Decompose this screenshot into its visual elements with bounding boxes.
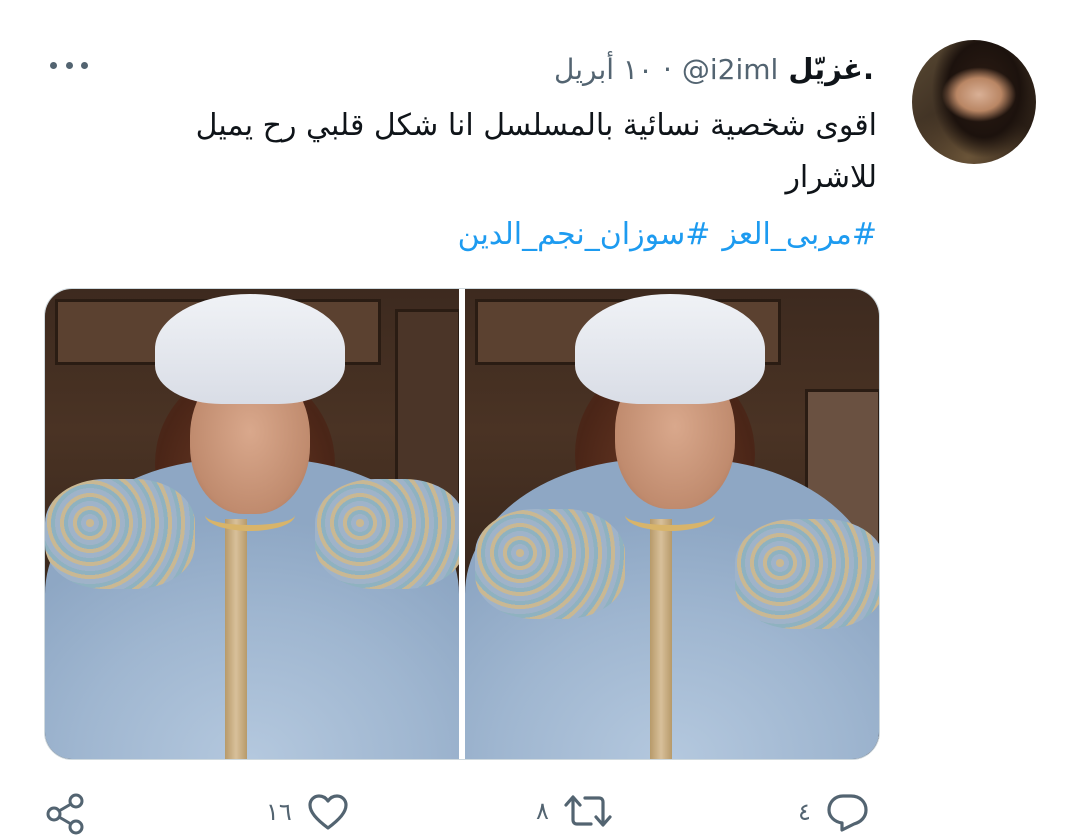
tweet-text: اقوى شخصية نسائية بالمسلسل انا شكل قلبي … (117, 100, 877, 204)
tweet-photo[interactable] (465, 289, 879, 759)
like-count: ١٦ (266, 798, 292, 826)
hashtag-link[interactable]: #مربى_العز (722, 217, 877, 252)
hashtags: #مربى_العز #سوزان_نجم_الدين (446, 210, 877, 260)
hashtag-link[interactable]: #سوزان_نجم_الدين (458, 217, 711, 252)
tweet-header: غزيّل. @i2iml · ١٠ أبريل (554, 46, 874, 92)
tweet-text-line: للاشرار (785, 160, 877, 195)
reply-count: ٤ (798, 798, 811, 826)
retweet-button[interactable]: ٨ (536, 792, 613, 830)
tweet-actions: ٤ ٨ ١٦ (0, 780, 1080, 835)
heart-icon (308, 794, 348, 830)
like-button[interactable]: ١٦ (266, 792, 350, 832)
reply-icon (827, 794, 868, 832)
tweet-text-line: اقوى شخصية نسائية بالمسلسل انا شكل قلبي … (195, 108, 877, 143)
tweet-photo[interactable] (45, 289, 459, 759)
display-name[interactable]: غزيّل. (788, 52, 874, 86)
tweet-date[interactable]: ١٠ أبريل (554, 53, 653, 86)
separator-dot: · (663, 52, 672, 86)
user-handle[interactable]: @i2iml (682, 53, 778, 86)
media-grid (44, 288, 880, 760)
share-button[interactable] (44, 792, 88, 836)
retweet-count: ٨ (536, 797, 549, 825)
tweet[interactable]: غزيّل. @i2iml · ١٠ أبريل اقوى شخصية نسائ… (0, 0, 1080, 835)
avatar[interactable] (912, 40, 1036, 164)
more-options-icon[interactable] (44, 50, 94, 80)
retweet-icon (564, 795, 612, 827)
share-icon (46, 793, 84, 835)
reply-button[interactable]: ٤ (798, 792, 869, 832)
